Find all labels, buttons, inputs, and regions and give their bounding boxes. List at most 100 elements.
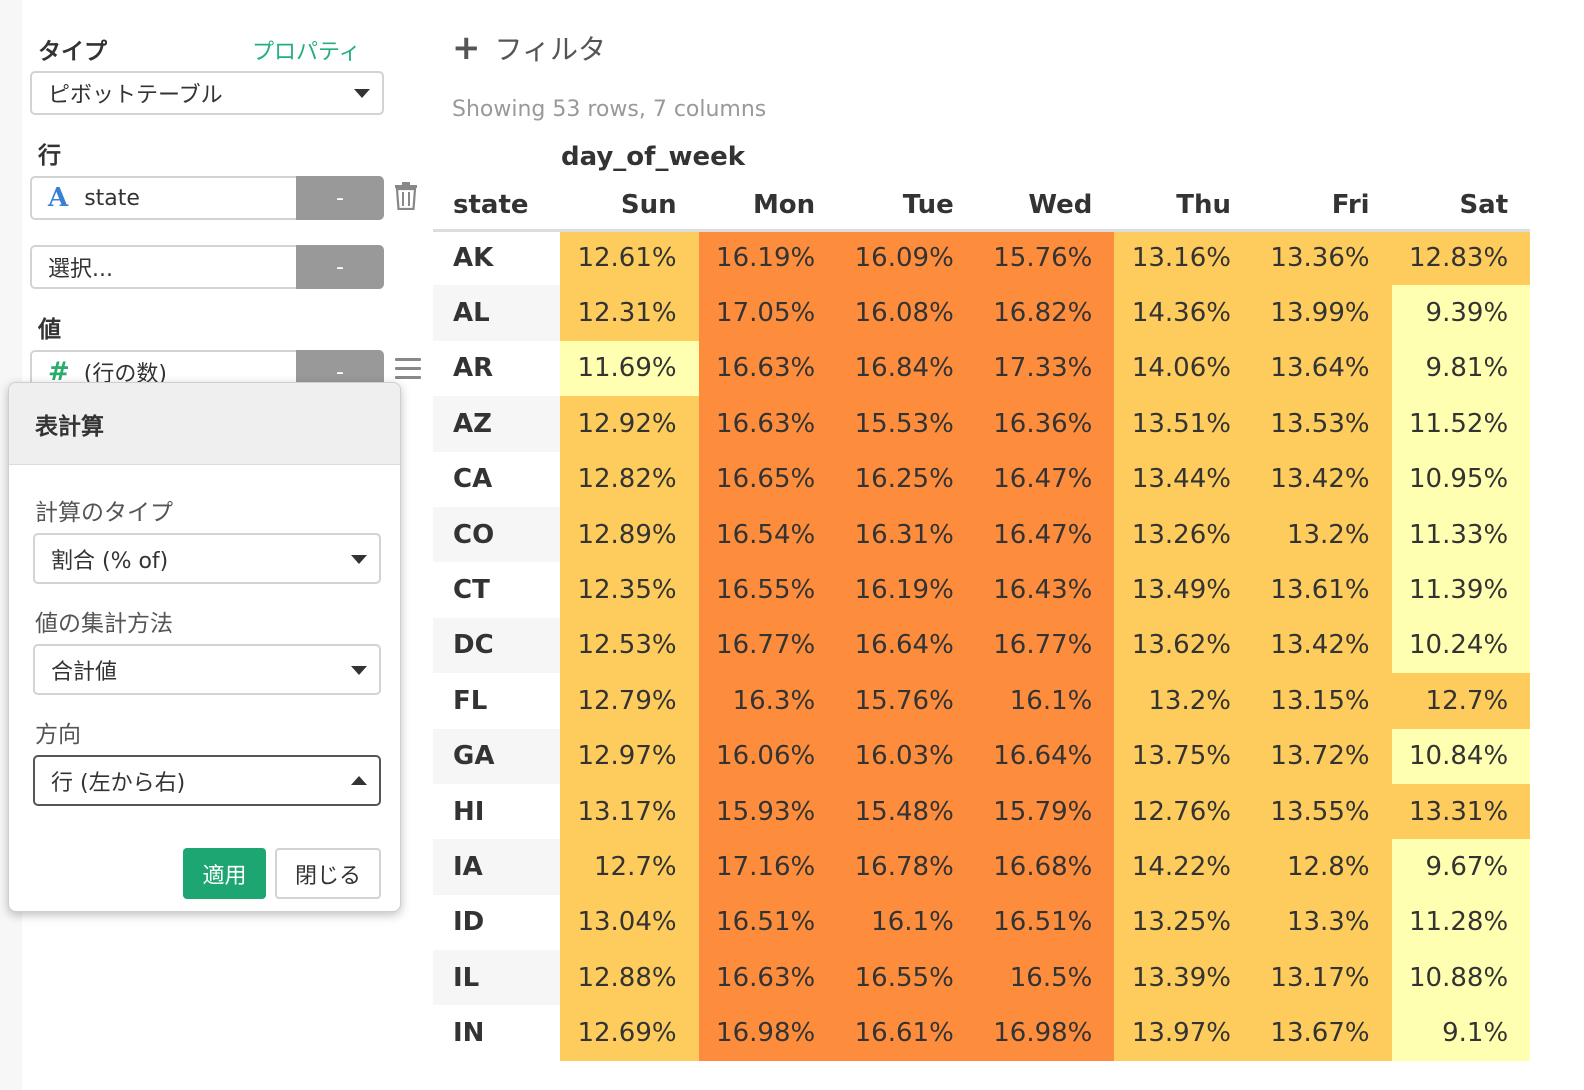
row-field-remove-button[interactable]: -	[296, 176, 384, 220]
state-cell: AL	[433, 285, 560, 341]
value-cell: 13.2%	[1252, 506, 1392, 563]
table-row: GA 12.97% 16.06% 16.03% 16.64% 13.75% 13.72% 10…	[433, 728, 1531, 784]
table-row: AK 12.61% 16.19% 16.09% 15.76% 13.16% 13.36% 12…	[433, 230, 1531, 286]
table-row: HI 13.17% 15.93% 15.48% 15.79% 12.76% 13.55% 13…	[433, 783, 1531, 840]
value-cell: 12.83%	[1391, 230, 1531, 286]
value-cell: 13.97%	[1114, 1005, 1253, 1061]
table-row: CO 12.89% 16.54% 16.31% 16.47% 13.26% 13.2% 11.…	[433, 506, 1531, 563]
direction-value: 行 (左から右)	[51, 770, 186, 796]
value-cell: 13.3%	[1252, 894, 1392, 951]
value-cell: 12.7%	[560, 839, 699, 895]
table-row: IA 12.7% 17.16% 16.78% 16.68% 14.22% 12.8% 9.67…	[433, 839, 1531, 895]
state-cell: HI	[433, 783, 560, 840]
chart-type-select[interactable]: ピボットテーブル	[30, 71, 384, 115]
value-cell: 13.25%	[1114, 894, 1253, 951]
value-cell: 13.42%	[1252, 451, 1392, 507]
value-cell: 12.61%	[560, 230, 699, 286]
value-cell: 17.16%	[698, 839, 838, 895]
column-header-cell[interactable]: Thu	[1114, 182, 1253, 230]
value-cell: 16.78%	[837, 839, 976, 895]
calc-type-select[interactable]: 割合 (% of)	[33, 533, 381, 584]
column-header-cell[interactable]: Tue	[837, 182, 976, 230]
state-cell: AZ	[433, 396, 560, 452]
value-cell: 16.36%	[975, 396, 1115, 452]
value-cell: 12.8%	[1252, 839, 1392, 895]
value-cell: 13.67%	[1252, 1005, 1392, 1061]
value-cell: 16.98%	[975, 1005, 1115, 1061]
value-cell: 13.36%	[1252, 230, 1392, 286]
value-cell: 12.89%	[560, 506, 699, 563]
column-header-cell[interactable]: Sun	[560, 182, 699, 230]
row-field-2-placeholder: 選択...	[48, 257, 113, 282]
value-cell: 17.33%	[975, 340, 1115, 397]
row-field-2: 選択... -	[30, 245, 384, 289]
column-header-cell[interactable]: Fri	[1253, 182, 1392, 230]
value-cell: 16.5%	[975, 950, 1115, 1006]
value-cell: 16.63%	[698, 340, 838, 397]
row-field-select[interactable]: A state	[30, 176, 296, 220]
value-cell: 16.63%	[698, 396, 838, 452]
row-count-status: Showing 53 rows, 7 columns	[452, 97, 767, 122]
value-cell: 10.84%	[1391, 728, 1531, 784]
column-header-cell[interactable]: Wed	[976, 182, 1115, 230]
hamburger-menu-icon[interactable]	[395, 358, 421, 380]
state-cell: FL	[433, 673, 560, 729]
value-cell: 11.39%	[1391, 562, 1531, 618]
properties-link[interactable]: プロパティ	[252, 34, 361, 66]
value-cell: 10.95%	[1391, 451, 1531, 507]
value-cell: 13.39%	[1114, 950, 1253, 1006]
state-cell: GA	[433, 728, 560, 784]
value-cell: 13.31%	[1391, 783, 1531, 840]
column-header-cell[interactable]: Mon	[699, 182, 838, 230]
value-cell: 9.1%	[1391, 1005, 1531, 1061]
value-cell: 13.26%	[1114, 506, 1253, 563]
value-cell: 10.24%	[1391, 617, 1531, 674]
value-cell: 13.64%	[1252, 340, 1392, 397]
apply-button[interactable]: 適用	[183, 848, 266, 899]
value-cell: 16.77%	[975, 617, 1115, 674]
state-cell: AK	[433, 230, 560, 286]
value-cell: 12.7%	[1391, 673, 1531, 729]
close-button[interactable]: 閉じる	[275, 848, 381, 899]
value-cell: 12.35%	[560, 562, 699, 618]
column-group-header: day_of_week	[561, 142, 746, 172]
plus-icon: +	[452, 28, 481, 68]
value-cell: 13.17%	[560, 783, 699, 840]
row-field-2-select[interactable]: 選択...	[30, 245, 296, 289]
chevron-down-icon	[351, 665, 367, 675]
value-cell: 16.19%	[698, 230, 838, 286]
row-header-cell[interactable]: state	[433, 182, 560, 230]
value-cell: 15.48%	[837, 783, 976, 840]
value-cell: 11.33%	[1391, 506, 1531, 563]
column-header-cell[interactable]: Sat	[1392, 182, 1531, 230]
value-cell: 16.55%	[837, 950, 976, 1006]
rows-label: 行	[38, 143, 61, 169]
aggregation-select[interactable]: 合計値	[33, 644, 381, 695]
value-cell: 16.43%	[975, 562, 1115, 618]
chevron-down-icon	[351, 554, 367, 564]
direction-select[interactable]: 行 (左から右)	[33, 755, 381, 806]
state-cell: DC	[433, 617, 560, 674]
row-field-2-remove-button[interactable]: -	[296, 245, 384, 289]
filter-label: フィルタ	[494, 33, 606, 66]
chevron-up-icon	[351, 775, 367, 785]
trash-icon[interactable]	[394, 182, 418, 210]
add-filter-button[interactable]: + フィルタ	[452, 28, 606, 68]
pivot-table-body: AK 12.61% 16.19% 16.09% 15.76% 13.16% 13.36% 12…	[433, 230, 1531, 1061]
value-cell: 16.77%	[698, 617, 838, 674]
calc-type-label: 計算のタイプ	[35, 500, 173, 526]
value-cell: 16.68%	[975, 839, 1115, 895]
value-cell: 17.05%	[698, 285, 838, 341]
chevron-down-icon	[354, 89, 370, 98]
table-row: CT 12.35% 16.55% 16.19% 16.43% 13.49% 13.61% 11…	[433, 562, 1531, 618]
value-cell: 13.55%	[1252, 783, 1392, 840]
value-cell: 13.42%	[1252, 617, 1392, 674]
popup-title: 表計算	[9, 383, 400, 465]
value-cell: 13.49%	[1114, 562, 1253, 618]
row-field: A state -	[30, 176, 384, 220]
table-calculation-popup: 表計算 計算のタイプ 割合 (% of) 値の集計方法 合計値 方向 行 (左か…	[8, 382, 401, 912]
value-cell: 16.47%	[975, 506, 1115, 563]
value-cell: 16.64%	[975, 728, 1115, 784]
row-field-value: state	[84, 185, 140, 211]
value-cell: 16.82%	[975, 285, 1115, 341]
